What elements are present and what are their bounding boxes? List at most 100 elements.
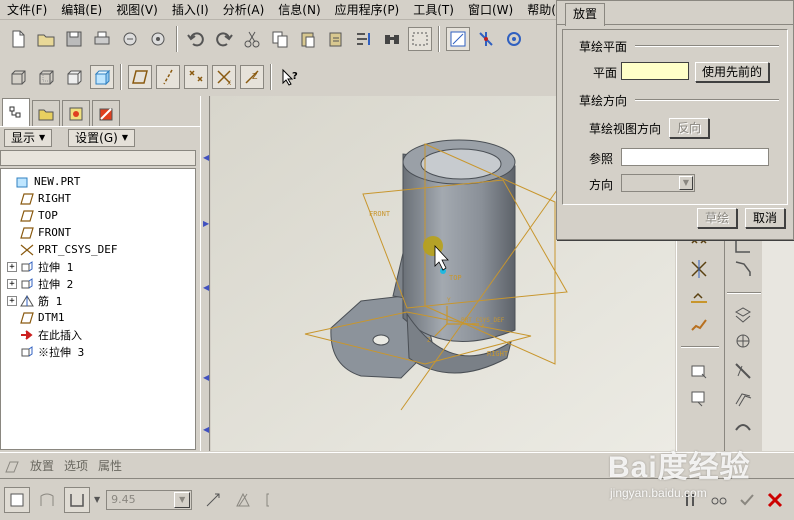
copy-button[interactable] bbox=[268, 27, 292, 51]
tree-item[interactable]: RIGHT bbox=[1, 190, 195, 207]
wireframe-button[interactable] bbox=[6, 65, 30, 89]
depth-option-dropdown-arrow-icon[interactable]: ▼ bbox=[94, 495, 100, 504]
preview-button[interactable] bbox=[706, 487, 732, 513]
paste-button[interactable] bbox=[296, 27, 320, 51]
menu-item[interactable]: 窗口(W) bbox=[461, 0, 520, 20]
tab-favorites[interactable] bbox=[62, 100, 90, 126]
axis-display-button[interactable] bbox=[156, 65, 180, 89]
tree-item[interactable]: NEW.PRT bbox=[1, 173, 195, 190]
menu-item[interactable]: 插入(I) bbox=[165, 0, 216, 20]
redo-button[interactable] bbox=[212, 27, 236, 51]
save-button[interactable] bbox=[62, 27, 86, 51]
cancel-feature-button[interactable] bbox=[762, 487, 788, 513]
paste-special-button[interactable] bbox=[324, 27, 348, 51]
shell-tool-button[interactable] bbox=[685, 384, 713, 410]
pause-button[interactable] bbox=[678, 487, 704, 513]
plane-display-button[interactable] bbox=[128, 65, 152, 89]
sketched-curve-button[interactable] bbox=[685, 284, 713, 310]
tab-connections[interactable] bbox=[92, 100, 120, 126]
collapse-arrow-icon[interactable]: ◀ bbox=[203, 284, 209, 292]
tree-item[interactable]: + 筋 1 bbox=[1, 292, 195, 309]
depth-value-input[interactable]: 9.45 ▼ bbox=[106, 489, 193, 510]
expand-toggle-icon[interactable]: + bbox=[7, 295, 17, 306]
trim-tool-button[interactable] bbox=[729, 358, 757, 384]
tab-folder-browser[interactable] bbox=[32, 100, 60, 126]
surface-extrude-button[interactable] bbox=[34, 487, 60, 513]
dashboard-tab[interactable]: 选项 bbox=[64, 457, 88, 474]
send-mail-button[interactable] bbox=[118, 27, 142, 51]
point-display-button[interactable] bbox=[184, 65, 208, 89]
toolbar-separator bbox=[681, 346, 719, 348]
flip-direction-button[interactable]: 反向 bbox=[669, 118, 709, 138]
expand-arrow-icon[interactable]: ▶ bbox=[203, 220, 209, 228]
tree-item[interactable]: DTM1 bbox=[1, 309, 195, 326]
datum-display-button[interactable] bbox=[446, 27, 470, 51]
collapse-arrow-icon[interactable]: ◀ bbox=[203, 154, 209, 162]
flip-depth-button[interactable] bbox=[200, 487, 226, 513]
send-link-button[interactable] bbox=[146, 27, 170, 51]
cancel-button[interactable]: 取消 bbox=[745, 208, 785, 228]
panel-splitter[interactable]: ◀ ▶ ◀ ◀ ◀ bbox=[200, 96, 210, 451]
tree-item[interactable]: TOP bbox=[1, 207, 195, 224]
reference-field[interactable] bbox=[621, 148, 769, 166]
dashboard-tab[interactable]: 属性 bbox=[98, 457, 122, 474]
new-file-button[interactable] bbox=[6, 27, 30, 51]
use-previous-button[interactable]: 使用先前的 bbox=[695, 62, 769, 82]
tree-item[interactable]: FRONT bbox=[1, 224, 195, 241]
context-help-button[interactable]: ? bbox=[278, 65, 302, 89]
ok-button[interactable] bbox=[734, 487, 760, 513]
show-dropdown-button[interactable]: 显示 ▼ bbox=[4, 128, 53, 147]
shading-button[interactable] bbox=[90, 65, 114, 89]
orientation-label: 方向 bbox=[589, 178, 614, 192]
menu-item[interactable]: 视图(V) bbox=[109, 0, 165, 20]
thicken-tool-button[interactable] bbox=[729, 414, 757, 440]
datum-point-button[interactable] bbox=[502, 27, 526, 51]
cut-button[interactable] bbox=[240, 27, 264, 51]
tab-model-tree[interactable] bbox=[2, 98, 30, 126]
print-button[interactable] bbox=[90, 27, 114, 51]
tree-indent bbox=[3, 176, 13, 187]
settings-dropdown-button[interactable]: 设置(G) ▼ bbox=[68, 128, 135, 147]
chamfer-tool-button[interactable] bbox=[729, 256, 757, 282]
hidden-line-button[interactable] bbox=[34, 65, 58, 89]
hole-tool-button[interactable] bbox=[685, 358, 713, 384]
tree-item[interactable]: + 拉伸 1 bbox=[1, 258, 195, 275]
offset-tool-button[interactable] bbox=[729, 386, 757, 412]
tree-item[interactable]: PRT_CSYS_DEF bbox=[1, 241, 195, 258]
depth-option-button[interactable] bbox=[64, 486, 90, 513]
open-file-button[interactable] bbox=[34, 27, 58, 51]
csys-tool-button[interactable] bbox=[685, 256, 713, 282]
plane-reference-field[interactable] bbox=[621, 62, 689, 80]
orientation-select[interactable]: ▼ bbox=[621, 174, 695, 192]
sketch-button[interactable]: 草绘 bbox=[697, 208, 737, 228]
undo-button[interactable] bbox=[184, 27, 208, 51]
menu-item[interactable]: 工具(T) bbox=[406, 0, 461, 20]
menu-item[interactable]: 编辑(E) bbox=[54, 0, 109, 20]
expand-toggle-icon[interactable]: + bbox=[7, 278, 17, 289]
datum-axis-button[interactable] bbox=[474, 27, 498, 51]
find-button[interactable] bbox=[380, 27, 404, 51]
pattern-tool-button[interactable] bbox=[729, 328, 757, 354]
menu-item[interactable]: 应用程序(P) bbox=[328, 0, 407, 20]
expand-toggle-icon[interactable]: + bbox=[7, 261, 17, 272]
select-box-button[interactable] bbox=[408, 27, 432, 51]
spin-center-button[interactable]: Z bbox=[240, 65, 264, 89]
menu-item[interactable]: 文件(F) bbox=[0, 0, 54, 20]
menu-item[interactable]: 分析(A) bbox=[216, 0, 272, 20]
remove-material-button[interactable] bbox=[230, 487, 256, 513]
regenerate-button[interactable] bbox=[352, 27, 376, 51]
tree-item[interactable]: + 拉伸 2 bbox=[1, 275, 195, 292]
collapse-arrow-icon[interactable]: ◀ bbox=[203, 374, 209, 382]
mirror-tool-button[interactable] bbox=[729, 302, 757, 328]
thicken-sketch-button[interactable] bbox=[260, 487, 286, 513]
no-hidden-button[interactable] bbox=[62, 65, 86, 89]
csys-display-button[interactable]: X bbox=[212, 65, 236, 89]
collapse-arrow-icon[interactable]: ◀ bbox=[203, 426, 209, 434]
tree-item[interactable]: 在此插入 bbox=[1, 326, 195, 343]
datum-curve-button[interactable] bbox=[685, 312, 713, 338]
tab-placement[interactable]: 放置 bbox=[565, 3, 605, 26]
dashboard-tab[interactable]: 放置 bbox=[30, 457, 54, 474]
menu-item[interactable]: 信息(N) bbox=[271, 0, 327, 20]
tree-item[interactable]: ※拉伸 3 bbox=[1, 343, 195, 360]
solid-extrude-button[interactable] bbox=[4, 486, 30, 513]
